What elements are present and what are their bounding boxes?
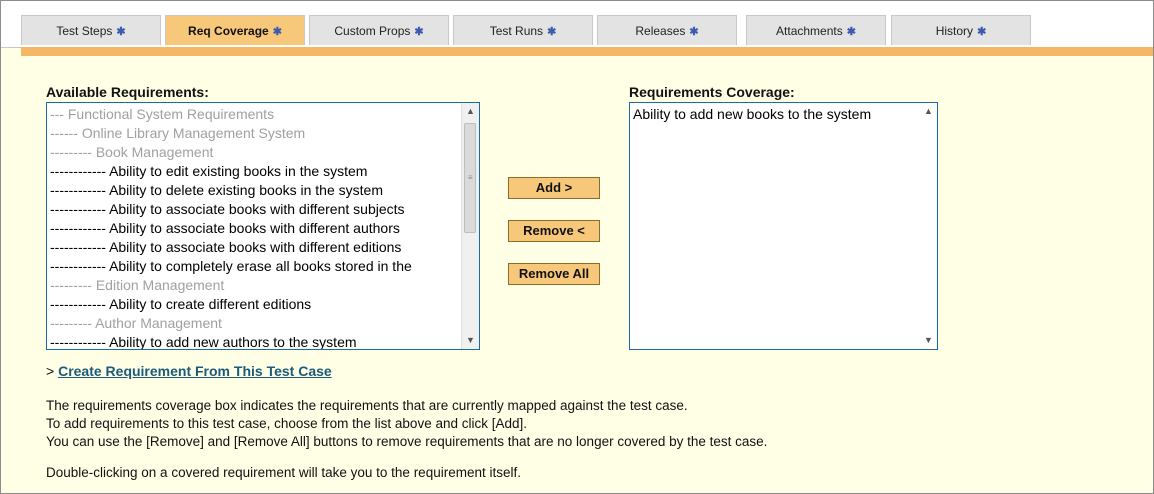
tab-history[interactable]: History ✱ bbox=[891, 15, 1031, 45]
tab-test-runs[interactable]: Test Runs ✱ bbox=[453, 15, 593, 45]
asterisk-icon: ✱ bbox=[547, 26, 557, 38]
available-requirement-item[interactable]: ------------ Ability to associate books … bbox=[50, 200, 461, 219]
available-requirements-items: --- Functional System Requirements ------… bbox=[50, 105, 461, 349]
requirements-coverage-items: Ability to add new books to the system bbox=[633, 105, 919, 349]
available-requirement-item[interactable]: ------ Online Library Management System bbox=[50, 124, 461, 143]
asterisk-icon: ✱ bbox=[272, 26, 282, 38]
available-requirement-item[interactable]: ------------ Ability to completely erase… bbox=[50, 257, 461, 276]
asterisk-icon: ✱ bbox=[977, 26, 987, 38]
available-requirement-item[interactable]: ------------ Ability to add new authors … bbox=[50, 333, 461, 349]
covered-requirement-item[interactable]: Ability to add new books to the system bbox=[633, 105, 919, 124]
create-requirement-row: > Create Requirement From This Test Case bbox=[46, 363, 332, 379]
available-requirement-item[interactable]: ------------ Ability to associate books … bbox=[50, 238, 461, 257]
scroll-down-arrow-icon[interactable]: ▼ bbox=[462, 332, 479, 349]
available-requirement-item[interactable]: --- Functional System Requirements bbox=[50, 105, 461, 124]
help-text-line-4: Double-clicking on a covered requirement… bbox=[46, 465, 521, 480]
requirements-coverage-list[interactable]: Ability to add new books to the system ▲… bbox=[629, 102, 938, 350]
available-requirement-item[interactable]: ------------ Ability to delete existing … bbox=[50, 181, 461, 200]
asterisk-icon: ✱ bbox=[846, 26, 856, 38]
tab-label: Test Runs bbox=[489, 24, 544, 38]
tab-label: Releases bbox=[635, 24, 686, 38]
link-prefix: > bbox=[46, 363, 55, 379]
remove-all-button[interactable]: Remove All bbox=[508, 263, 600, 285]
scrollbar-thumb[interactable]: ≡ bbox=[464, 123, 476, 233]
tab-custom-props[interactable]: Custom Props ✱ bbox=[309, 15, 449, 45]
help-text-line-2: To add requirements to this test case, c… bbox=[46, 416, 527, 431]
tab-label: Req Coverage bbox=[188, 24, 269, 38]
scroll-up-arrow-icon[interactable]: ▲ bbox=[920, 103, 937, 120]
grip-icon: ≡ bbox=[468, 173, 473, 182]
coverage-list-scrollbar[interactable]: ▲ ▼ bbox=[920, 103, 937, 349]
available-requirement-item[interactable]: ------------ Ability to create different… bbox=[50, 295, 461, 314]
available-requirements-label: Available Requirements: bbox=[46, 84, 209, 100]
scroll-down-arrow-icon[interactable]: ▼ bbox=[920, 332, 937, 349]
tab-releases[interactable]: Releases ✱ bbox=[597, 15, 737, 45]
tab-test-steps[interactable]: Test Steps ✱ bbox=[21, 15, 161, 45]
available-requirement-item[interactable]: ------------ Ability to associate books … bbox=[50, 219, 461, 238]
create-requirement-link[interactable]: Create Requirement From This Test Case bbox=[58, 363, 332, 379]
tab-label: Test Steps bbox=[56, 24, 113, 38]
add-button[interactable]: Add > bbox=[508, 177, 600, 199]
tab-label: Custom Props bbox=[334, 24, 411, 38]
scroll-up-arrow-icon[interactable]: ▲ bbox=[462, 103, 479, 120]
asterisk-icon: ✱ bbox=[116, 26, 126, 38]
available-requirement-item[interactable]: --------- Author Management bbox=[50, 314, 461, 333]
available-requirements-list[interactable]: --- Functional System Requirements ------… bbox=[46, 102, 480, 350]
tab-bar: Test Steps ✱ Req Coverage ✱ Custom Props ✱ … bbox=[1, 1, 1153, 48]
available-list-scrollbar[interactable]: ▲ ≡ ▼ bbox=[461, 103, 479, 349]
available-requirement-item[interactable]: ------------ Ability to edit existing bo… bbox=[50, 162, 461, 181]
help-text-line-3: You can use the [Remove] and [Remove All… bbox=[46, 434, 768, 449]
available-requirement-item[interactable]: --------- Book Management bbox=[50, 143, 461, 162]
asterisk-icon: ✱ bbox=[689, 26, 699, 38]
requirements-coverage-label: Requirements Coverage: bbox=[629, 84, 795, 100]
tab-label: History bbox=[935, 24, 974, 38]
remove-button[interactable]: Remove < bbox=[508, 220, 600, 242]
tab-req-coverage[interactable]: Req Coverage ✱ bbox=[165, 15, 305, 45]
available-requirement-item[interactable]: --------- Edition Management bbox=[50, 276, 461, 295]
tab-underline-band bbox=[21, 47, 1153, 56]
req-coverage-panel: Test Steps ✱ Req Coverage ✱ Custom Props ✱ … bbox=[0, 0, 1154, 494]
help-text-line-1: The requirements coverage box indicates … bbox=[46, 398, 688, 413]
asterisk-icon: ✱ bbox=[414, 26, 424, 38]
tab-label: Attachments bbox=[776, 24, 843, 38]
tab-attachments[interactable]: Attachments ✱ bbox=[746, 15, 886, 45]
